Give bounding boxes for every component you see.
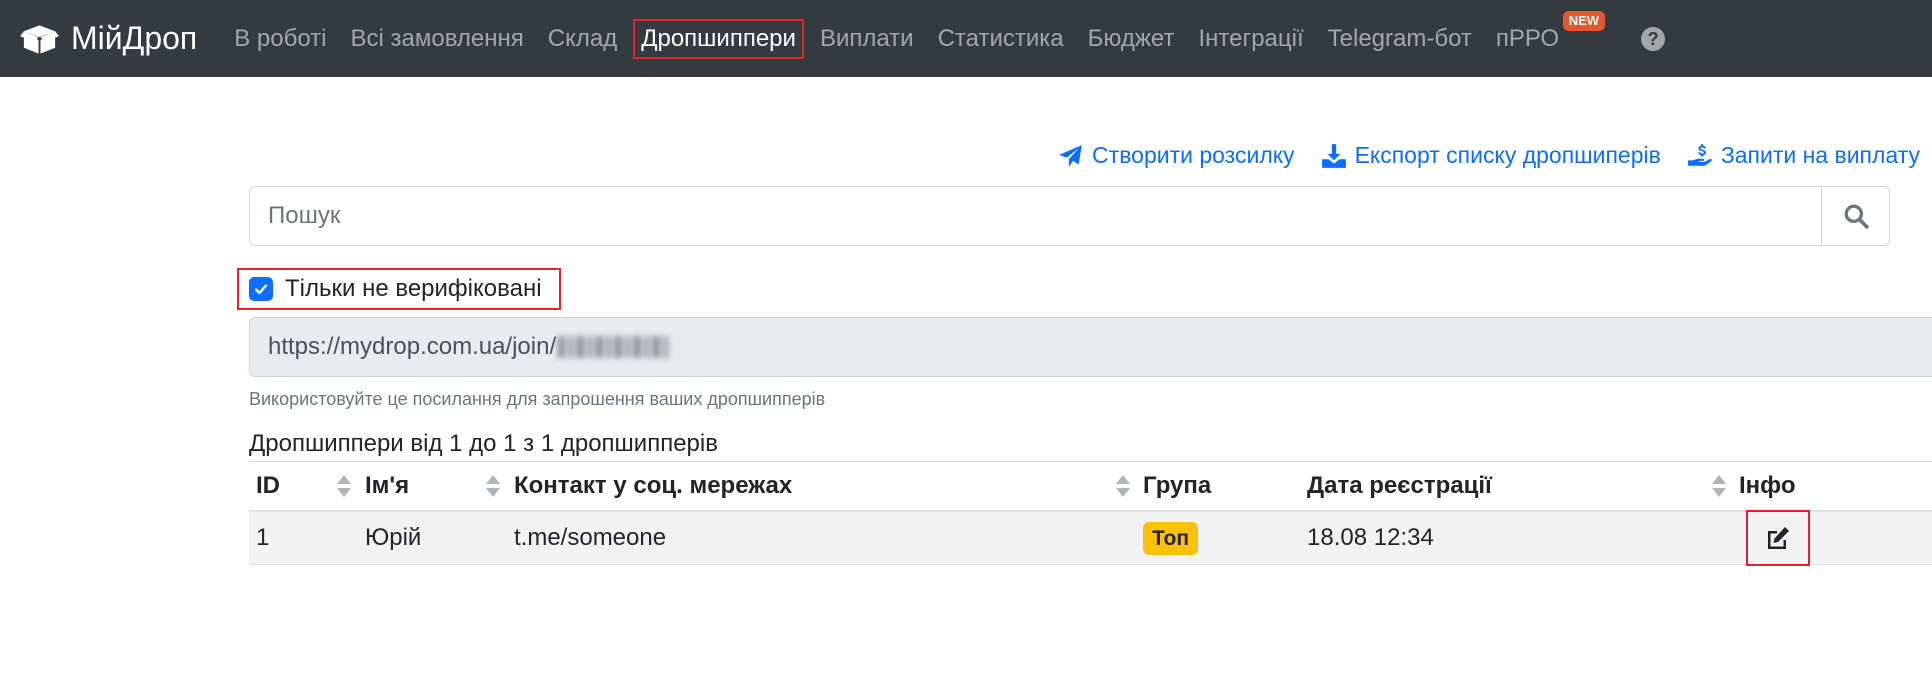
- question-circle-icon[interactable]: ?: [1641, 26, 1666, 51]
- nav-item-budget[interactable]: Бюджет: [1076, 19, 1187, 59]
- column-header-info: Інфо: [1739, 472, 1796, 499]
- main-nav: В роботі Всі замовлення Склад Дропшиппер…: [222, 10, 1666, 59]
- search-bar: [249, 186, 1890, 246]
- invite-link-field[interactable]: https://mydrop.com.ua/join/: [249, 317, 1932, 377]
- nav-item-payouts[interactable]: Виплати: [808, 19, 926, 59]
- search-button[interactable]: [1821, 186, 1890, 246]
- top-navbar: МійДроп В роботі Всі замовлення Склад Др…: [0, 0, 1932, 77]
- unverified-only-checkbox[interactable]: [249, 277, 273, 301]
- dropshippers-count: Дропшиппери від 1 до 1 з 1 дропшипперів: [249, 430, 718, 457]
- hand-holding-dollar-icon: [1687, 143, 1712, 166]
- cell-registered: 18.08 12:34: [1307, 524, 1434, 551]
- invite-link-url: https://mydrop.com.ua/join/: [268, 333, 557, 360]
- nav-item-integrations[interactable]: Інтеграції: [1186, 19, 1315, 59]
- sort-name-icon[interactable]: [486, 474, 500, 498]
- new-badge: NEW: [1562, 10, 1606, 31]
- nav-item-prro[interactable]: пРРО NEW: [1484, 10, 1606, 59]
- nav-item-telegram-bot[interactable]: Telegram-бот: [1316, 19, 1484, 59]
- search-icon: [1844, 204, 1869, 229]
- create-newsletter-link[interactable]: Створити розсилку: [1058, 142, 1295, 169]
- cell-contact[interactable]: t.me/someone: [514, 524, 666, 552]
- column-header-registered[interactable]: Дата реєстрації: [1307, 472, 1492, 500]
- paper-plane-icon: [1059, 144, 1082, 167]
- cell-name: Юрій: [365, 524, 422, 551]
- download-icon: [1321, 143, 1346, 168]
- unverified-only-filter[interactable]: Тільки не верифіковані: [237, 268, 561, 310]
- nav-item-statistics[interactable]: Статистика: [926, 19, 1076, 59]
- sort-registered-icon[interactable]: [1712, 474, 1726, 498]
- nav-item-warehouse[interactable]: Склад: [536, 19, 629, 59]
- group-badge: Топ: [1143, 521, 1199, 555]
- page-actions: Створити розсилку Експорт списку дропшип…: [1032, 142, 1920, 169]
- check-icon: [254, 284, 268, 295]
- export-dropshippers-label: Експорт списку дропшиперів: [1354, 142, 1661, 168]
- search-input[interactable]: [249, 186, 1821, 246]
- edit-dropshipper-button[interactable]: [1746, 510, 1810, 566]
- table-row: 1 Юрій t.me/someone Топ 18.08 12:34: [249, 510, 1932, 566]
- dropshippers-table: ID Ім'я Контакт у соц. мережах Група Дат…: [249, 461, 1932, 566]
- redacted-invite-code: [558, 336, 671, 358]
- column-header-name[interactable]: Ім'я: [365, 472, 409, 500]
- payout-requests-link[interactable]: Запити на виплату: [1687, 142, 1920, 169]
- nav-item-prro-label: пРРО: [1495, 24, 1560, 52]
- nav-item-in-progress[interactable]: В роботі: [222, 19, 338, 59]
- column-header-group: Група: [1143, 472, 1212, 499]
- export-dropshippers-link[interactable]: Експорт списку дропшиперів: [1321, 142, 1661, 169]
- cell-id: 1: [256, 524, 270, 551]
- sort-id-icon[interactable]: [337, 474, 351, 498]
- brand-name: МійДроп: [71, 20, 198, 56]
- box-logo-icon: [20, 24, 59, 54]
- invite-link-hint: Використовуйте це посилання для запрошен…: [249, 389, 826, 409]
- sort-contact-icon[interactable]: [1116, 474, 1130, 498]
- brand[interactable]: МійДроп: [20, 20, 197, 57]
- column-header-id[interactable]: ID: [256, 472, 280, 500]
- payout-requests-label: Запити на виплату: [1720, 142, 1920, 168]
- column-header-contact[interactable]: Контакт у соц. мережах: [514, 472, 792, 500]
- unverified-only-label: Тільки не верифіковані: [285, 275, 542, 302]
- edit-icon: [1768, 527, 1789, 549]
- nav-item-all-orders[interactable]: Всі замовлення: [339, 19, 536, 59]
- nav-item-dropshippers[interactable]: Дропшиппери: [633, 18, 804, 59]
- table-header: ID Ім'я Контакт у соц. мережах Група Дат…: [249, 461, 1932, 512]
- create-newsletter-label: Створити розсилку: [1092, 142, 1295, 168]
